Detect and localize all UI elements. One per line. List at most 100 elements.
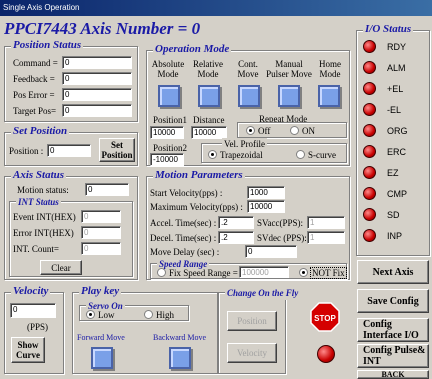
- svdec-label: SVdec (PPS):: [257, 233, 307, 243]
- change-position-button[interactable]: Position: [227, 311, 277, 331]
- move-delay-input[interactable]: 0: [245, 245, 297, 258]
- config-pulse-int-button[interactable]: Config Pulse& INT: [357, 344, 429, 368]
- event-int-field: 0: [81, 210, 121, 223]
- relative-mode-button[interactable]: [198, 85, 220, 107]
- max-velocity-input[interactable]: 10000: [247, 200, 285, 213]
- axis-status-panel: Axis Status Motion status: 0 INT Status …: [4, 169, 138, 280]
- servo-on-group: Servo On Low High: [79, 300, 189, 321]
- motion-status-label: Motion status:: [17, 185, 69, 195]
- speed-range-group: Speed Range Fix Speed Range = 100000 NOT…: [150, 258, 347, 279]
- absolute-mode-label: Absolute Mode: [151, 59, 185, 79]
- manual-pulser-move-button[interactable]: [278, 85, 300, 107]
- home-mode-label: Home Mode: [319, 59, 341, 79]
- inp-led-icon: [363, 229, 376, 242]
- cont-move-button[interactable]: [238, 85, 260, 107]
- repeat-on-label: ON: [302, 126, 315, 136]
- set-position-input[interactable]: 0: [47, 144, 91, 157]
- back-button[interactable]: BACK: [357, 370, 429, 379]
- command-label: Command =: [13, 58, 58, 68]
- velocity-field: 0: [10, 303, 56, 318]
- backward-move-button[interactable]: [169, 347, 191, 369]
- position-status-title: Position Status: [11, 39, 84, 52]
- operation-mode-title: Operation Mode: [153, 43, 232, 56]
- motion-parameters-panel: Motion Parameters Start Velocity(pps) : …: [146, 169, 350, 280]
- show-curve-button[interactable]: Show Curve: [11, 337, 45, 363]
- max-velocity-label: Maximum Velocity(pps) :: [150, 202, 243, 212]
- position2-input[interactable]: -10000: [150, 153, 184, 166]
- cmp-led-icon: [363, 187, 376, 200]
- change-on-fly-title: Change On the Fly: [225, 287, 301, 300]
- move-delay-label: Move Delay (sec) :: [150, 247, 220, 257]
- fix-speed-range-label: Fix Speed Range =: [169, 268, 238, 278]
- velocity-unit-label: (PPS): [27, 322, 49, 332]
- distance-label: Distance: [193, 115, 225, 125]
- set-position-label: Position :: [9, 146, 44, 156]
- next-axis-button[interactable]: Next Axis: [357, 260, 429, 284]
- page-title: PPCI7443 Axis Number = 0: [4, 19, 201, 38]
- cmp-label: CMP: [387, 189, 407, 199]
- svacc-input[interactable]: 1: [307, 216, 345, 229]
- stop-sign-icon: STOP: [310, 302, 340, 332]
- s-curve-radio[interactable]: [296, 150, 305, 159]
- fix-speed-range-radio[interactable]: [157, 268, 166, 277]
- svacc-label: SVacc(PPS):: [257, 218, 304, 228]
- decel-time-input[interactable]: .2: [218, 231, 254, 244]
- sd-led-icon: [363, 208, 376, 221]
- absolute-mode-button[interactable]: [158, 85, 180, 107]
- minus-el-led-icon: [363, 103, 376, 116]
- repeat-on-radio[interactable]: [290, 126, 299, 135]
- decel-time-label: Decel. Time(sec) :: [150, 233, 217, 243]
- target-pos-field: 0: [62, 104, 132, 117]
- accel-time-input[interactable]: .2: [218, 216, 254, 229]
- servo-high-radio[interactable]: [144, 310, 153, 319]
- velocity-title: Velocity: [11, 285, 51, 298]
- not-fix-radio[interactable]: [299, 268, 308, 277]
- clear-button[interactable]: Clear: [40, 260, 82, 275]
- cont-move-label: Cont. Move: [237, 59, 259, 79]
- alm-label: ALM: [387, 63, 406, 73]
- window-title-bar: Single Axis Operation: [0, 0, 432, 16]
- velocity-panel: Velocity 0 (PPS) Show Curve: [4, 285, 64, 374]
- manual-pulser-move-label: Manual Pulser Move: [266, 59, 312, 79]
- plus-el-led-icon: [363, 82, 376, 95]
- repeat-off-radio[interactable]: [246, 126, 255, 135]
- home-mode-button[interactable]: [318, 85, 340, 107]
- ez-label: EZ: [387, 168, 399, 178]
- ez-led-icon: [363, 166, 376, 179]
- play-key-title: Play key: [79, 285, 122, 298]
- start-velocity-label: Start Velocity(pps) :: [150, 188, 223, 198]
- pos-error-label: Pos Error =: [13, 90, 55, 100]
- set-position-title: Set Position: [11, 125, 70, 138]
- accel-time-label: Accel. Time(sec) :: [150, 218, 217, 228]
- int-count-field: 0: [81, 242, 121, 255]
- forward-move-label: Forward Move: [77, 333, 125, 342]
- fix-speed-range-input[interactable]: 100000: [239, 266, 289, 278]
- change-velocity-button[interactable]: Velocity: [227, 343, 277, 363]
- operation-mode-panel: Operation Mode Absolute Mode Relative Mo…: [146, 43, 350, 166]
- org-label: ORG: [387, 126, 408, 136]
- axis-status-title: Axis Status: [11, 169, 67, 182]
- svdec-input[interactable]: 1: [307, 231, 345, 244]
- int-status-panel: INT Status Event INT(HEX) 0 Error INT(HE…: [9, 196, 133, 277]
- alm-led-icon: [363, 61, 376, 74]
- feedback-label: Feedback =: [13, 74, 55, 84]
- erc-label: ERC: [387, 147, 407, 157]
- servo-low-radio[interactable]: [86, 310, 95, 319]
- set-position-button[interactable]: Set Position: [99, 138, 135, 162]
- play-key-panel: Play key Servo On Low High Forward Move …: [72, 285, 218, 374]
- s-curve-label: S-curve: [308, 150, 336, 160]
- trapezoidal-radio[interactable]: [208, 150, 217, 159]
- stop-button[interactable]: STOP: [310, 302, 340, 332]
- config-interface-io-button[interactable]: Config Interface I/O: [357, 318, 429, 342]
- position1-input[interactable]: 10000: [150, 126, 184, 139]
- pos-error-field: 0: [62, 88, 132, 101]
- vel-profile-group: Vel. Profile Trapezoidal S-curve: [201, 138, 347, 163]
- change-on-fly-panel: Change On the Fly Position Velocity: [218, 287, 301, 374]
- rdy-led-icon: [363, 40, 376, 53]
- forward-move-button[interactable]: [91, 347, 113, 369]
- error-int-label: Error INT(HEX): [13, 228, 74, 238]
- save-config-button[interactable]: Save Config: [357, 289, 429, 313]
- start-velocity-input[interactable]: 1000: [247, 186, 285, 199]
- not-fix-label: NOT Fix: [310, 267, 347, 279]
- event-int-label: Event INT(HEX): [13, 212, 76, 222]
